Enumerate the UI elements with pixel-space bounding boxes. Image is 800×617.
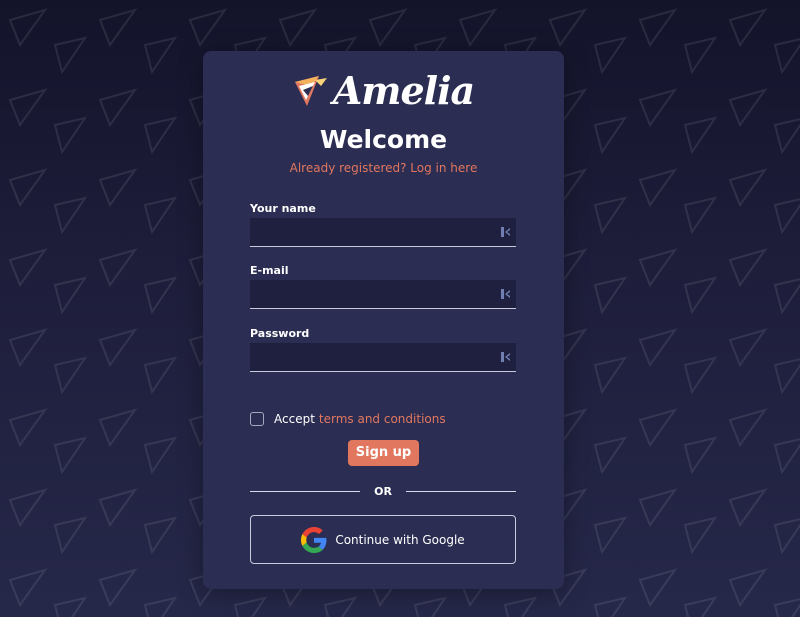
name-field: Your name (250, 202, 516, 247)
signup-card: Amelia Welcome Already registered? Log i… (203, 51, 564, 589)
brand-logo-text: Amelia (332, 68, 475, 113)
terms-checkbox[interactable] (250, 412, 264, 426)
page-title: Welcome (319, 125, 448, 154)
signup-button[interactable]: Sign up (348, 440, 419, 466)
divider-line-right (405, 490, 517, 492)
or-divider: OR (250, 483, 517, 499)
email-input-wrapper (250, 280, 516, 309)
password-manager-icon[interactable] (500, 351, 512, 363)
password-manager-icon[interactable] (500, 288, 512, 300)
google-button-label: Continue with Google (335, 532, 465, 547)
email-label: E-mail (250, 264, 289, 277)
email-field: E-mail (250, 264, 516, 309)
login-link[interactable]: Already registered? Log in here (203, 161, 564, 175)
terms-link[interactable]: terms and conditions (319, 412, 446, 426)
password-label: Password (250, 327, 310, 340)
accept-label: Accept (274, 412, 315, 426)
terms-row: Accept terms and conditions (250, 411, 446, 427)
password-input[interactable] (250, 343, 516, 371)
name-input-wrapper (250, 218, 516, 247)
divider-line-left (250, 490, 361, 492)
name-label: Your name (250, 202, 316, 215)
google-signin-button[interactable]: Continue with Google (250, 515, 516, 564)
password-input-wrapper (250, 343, 516, 372)
brand-logo: Amelia (203, 69, 564, 113)
password-manager-icon[interactable] (500, 226, 512, 238)
email-input[interactable] (250, 280, 516, 308)
password-field: Password (250, 327, 516, 372)
google-g-icon (301, 526, 327, 553)
amelia-logo-icon (294, 76, 327, 106)
name-input[interactable] (250, 218, 516, 246)
or-text: OR (374, 484, 392, 498)
